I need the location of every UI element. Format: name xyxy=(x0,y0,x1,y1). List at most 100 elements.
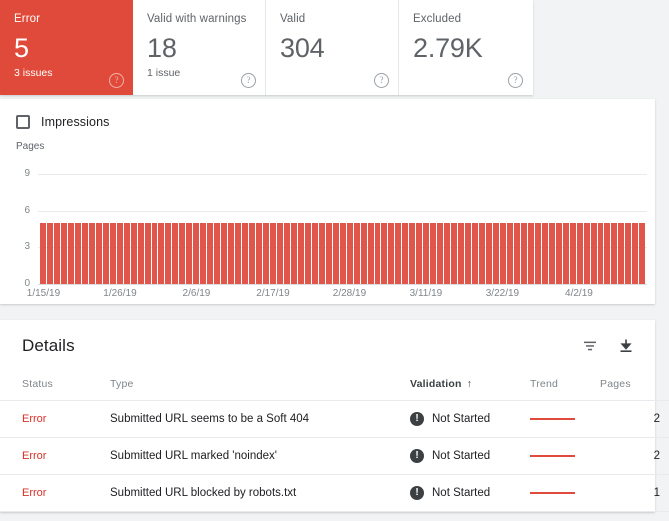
chart-bar[interactable] xyxy=(144,222,151,284)
chart-bar[interactable] xyxy=(353,222,360,284)
chart-bar[interactable] xyxy=(179,222,186,284)
chart-bar[interactable] xyxy=(60,222,67,284)
chart-bar[interactable] xyxy=(611,222,618,284)
chart-bar[interactable] xyxy=(318,222,325,284)
summary-card-error[interactable]: Error 5 3 issues ? xyxy=(0,0,133,95)
chart-bar[interactable] xyxy=(562,222,569,284)
chart-bar[interactable] xyxy=(639,222,646,284)
checkbox-unchecked-icon[interactable] xyxy=(16,115,30,129)
chart-bar[interactable] xyxy=(88,222,95,284)
chart-bar[interactable] xyxy=(583,222,590,284)
chart-bar[interactable] xyxy=(200,222,207,284)
column-header-pages[interactable]: Pages xyxy=(600,372,669,401)
chart-bar[interactable] xyxy=(486,222,492,284)
chart-bar[interactable] xyxy=(388,222,395,284)
chart-bar[interactable] xyxy=(290,222,297,284)
chart-bar[interactable] xyxy=(53,222,60,284)
chart-bar[interactable] xyxy=(304,222,311,284)
chart-bar[interactable] xyxy=(276,222,283,284)
chart-bar[interactable] xyxy=(46,222,53,284)
chart-bar[interactable] xyxy=(325,222,332,284)
column-header-validation[interactable]: Validation ↑ xyxy=(410,372,530,401)
table-row[interactable]: Error Submitted URL blocked by robots.txt… xyxy=(0,474,669,512)
chart-bar[interactable] xyxy=(520,222,527,284)
chart-bar[interactable] xyxy=(395,222,402,284)
table-row[interactable]: Error Submitted URL marked 'noindex'! Not … xyxy=(0,437,669,475)
chart-bar[interactable] xyxy=(339,222,346,284)
cell-type[interactable]: Submitted URL blocked by robots.txt xyxy=(110,474,410,512)
chart-bar[interactable] xyxy=(193,222,200,284)
chart-bar[interactable] xyxy=(437,222,444,284)
chart-bar[interactable] xyxy=(430,222,437,284)
chart-bar[interactable] xyxy=(541,222,548,284)
chart-bar[interactable] xyxy=(513,222,520,284)
chart-bar[interactable] xyxy=(228,222,235,284)
chart-bar[interactable] xyxy=(207,222,214,284)
chart-bar[interactable] xyxy=(416,222,423,284)
chart-bar[interactable] xyxy=(604,222,611,284)
help-icon[interactable]: ? xyxy=(109,73,124,88)
column-header-type[interactable]: Type xyxy=(110,372,410,401)
help-icon[interactable]: ? xyxy=(508,73,523,88)
chart-bar[interactable] xyxy=(597,222,604,284)
column-header-trend[interactable]: Trend xyxy=(530,372,600,401)
chart-bar[interactable] xyxy=(186,222,193,284)
chart-bar[interactable] xyxy=(360,222,367,284)
chart-bar[interactable] xyxy=(632,222,639,284)
chart-bar[interactable] xyxy=(165,222,172,284)
chart-bar[interactable] xyxy=(527,222,534,284)
chart-bar[interactable] xyxy=(444,222,451,284)
chart-bar[interactable] xyxy=(263,222,269,284)
filter-icon[interactable] xyxy=(577,333,603,359)
chart-bar[interactable] xyxy=(569,222,576,284)
chart-bar[interactable] xyxy=(137,222,144,284)
impressions-legend-label[interactable]: Impressions xyxy=(41,115,109,129)
chart-bar[interactable] xyxy=(81,222,88,284)
chart-bar[interactable] xyxy=(214,222,221,284)
chart-bar[interactable] xyxy=(283,222,290,284)
chart-bar[interactable] xyxy=(172,222,179,284)
chart-bar[interactable] xyxy=(123,222,130,284)
chart-bar[interactable] xyxy=(402,222,409,284)
column-header-status[interactable]: Status xyxy=(0,372,110,401)
chart-bar[interactable] xyxy=(242,222,249,284)
table-row[interactable]: Error Submitted URL seems to be a Soft 40… xyxy=(0,400,669,438)
chart-bar[interactable] xyxy=(151,222,158,284)
chart-bar[interactable] xyxy=(548,222,555,284)
chart-bar[interactable] xyxy=(158,222,165,284)
chart-bar[interactable] xyxy=(95,222,102,284)
chart-bar[interactable] xyxy=(618,222,625,284)
chart-bar[interactable] xyxy=(332,222,339,284)
chart-bar[interactable] xyxy=(590,222,597,284)
chart-bar[interactable] xyxy=(67,222,74,284)
help-icon[interactable]: ? xyxy=(374,73,389,88)
summary-card-valid-with-warnings[interactable]: Valid with warnings 18 1 issue ? xyxy=(133,0,266,95)
chart-bar[interactable] xyxy=(249,222,256,284)
chart-bar[interactable] xyxy=(625,222,632,284)
summary-card-excluded[interactable]: Excluded 2.79K ? xyxy=(399,0,532,95)
chart-bar[interactable] xyxy=(409,222,416,284)
chart-bar[interactable] xyxy=(506,222,513,284)
chart-bar[interactable] xyxy=(374,222,381,284)
chart-bar[interactable] xyxy=(576,222,583,284)
help-icon[interactable]: ? xyxy=(241,73,256,88)
chart-bar[interactable] xyxy=(472,222,479,284)
chart-bar[interactable] xyxy=(235,222,242,284)
chart-bar[interactable] xyxy=(381,222,388,284)
chart-bar[interactable] xyxy=(221,222,228,284)
chart-bar[interactable] xyxy=(367,222,374,284)
download-icon[interactable] xyxy=(613,333,639,359)
chart-bar[interactable] xyxy=(451,222,458,284)
chart-bar[interactable] xyxy=(499,222,506,284)
chart-bar[interactable] xyxy=(534,222,541,284)
cell-type[interactable]: Submitted URL marked 'noindex' xyxy=(110,437,410,475)
chart-bar[interactable] xyxy=(269,222,276,284)
chart-bar[interactable] xyxy=(423,222,430,284)
chart-bar[interactable] xyxy=(102,222,109,284)
chart-bar[interactable] xyxy=(256,222,262,284)
summary-card-valid[interactable]: Valid 304 ? xyxy=(266,0,399,95)
chart-bar[interactable] xyxy=(458,222,465,284)
chart-bar[interactable] xyxy=(492,222,499,284)
chart-bar[interactable] xyxy=(465,222,472,284)
cell-type[interactable]: Submitted URL seems to be a Soft 404 xyxy=(110,400,410,438)
